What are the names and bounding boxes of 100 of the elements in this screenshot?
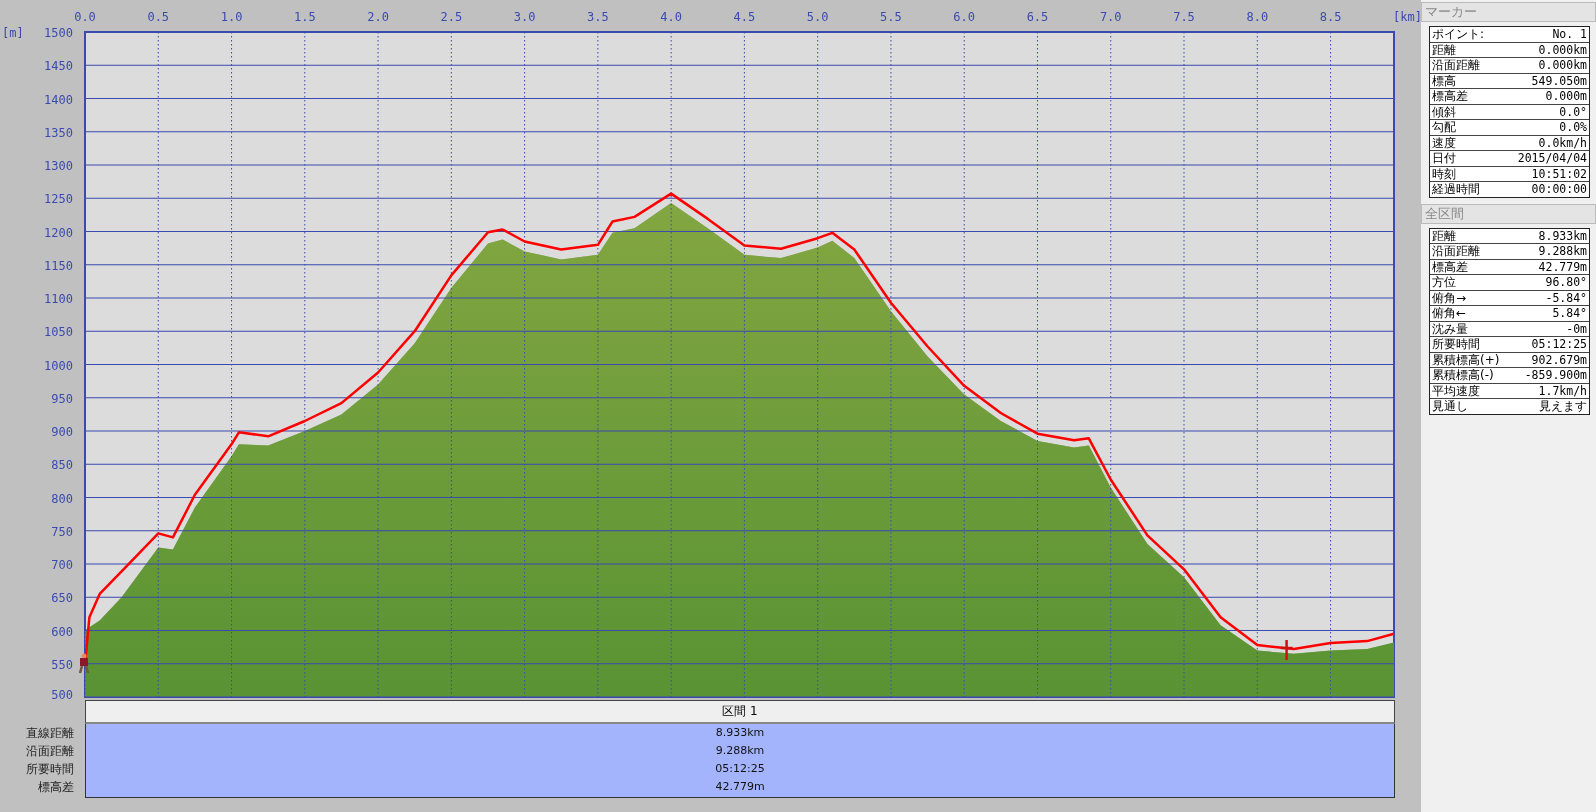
y-tick-label: 1350 <box>44 125 73 140</box>
info-label: 距離 <box>1432 228 1456 243</box>
y-tick-label: 1400 <box>44 92 73 107</box>
info-value: 0.000km <box>1538 42 1587 57</box>
y-tick-label: 850 <box>51 458 73 473</box>
x-tick-label: 2.5 <box>440 10 463 24</box>
y-tick-label: 650 <box>51 591 73 606</box>
info-value: 05:12:25 <box>1531 337 1587 352</box>
info-value: 0.0° <box>1559 104 1587 119</box>
y-tick-label: 1050 <box>44 325 73 340</box>
info-value: 0.0km/h <box>1538 135 1587 150</box>
info-label: 距離 <box>1432 42 1456 57</box>
info-label: 日付 <box>1432 151 1456 166</box>
info-value: -5.84° <box>1545 290 1587 305</box>
info-value: -859.900m <box>1524 368 1587 383</box>
info-label: 平均速度 <box>1432 383 1480 398</box>
info-value: 0.0% <box>1559 120 1587 135</box>
info-value: 42.779m <box>1538 259 1587 274</box>
info-value: 9.288km <box>1538 244 1587 259</box>
info-label: 方位 <box>1432 275 1456 290</box>
info-label: ポイント: <box>1432 27 1485 42</box>
hiker-icon <box>78 653 90 675</box>
y-tick-label: 1450 <box>44 59 73 74</box>
panel-title: 全区間 <box>1421 203 1596 224</box>
y-tick-label: 1150 <box>44 258 73 273</box>
info-label: 速度 <box>1432 135 1456 150</box>
cross-marker-icon <box>1279 638 1294 662</box>
x-tick-label: 7.5 <box>1173 10 1195 24</box>
info-label: 累積標高(+) <box>1432 352 1500 367</box>
info-value: 見えます <box>1539 399 1587 414</box>
y-tick-label: 1500 <box>44 26 73 40</box>
x-tick-label: 3.5 <box>587 10 609 24</box>
info-value: No. 1 <box>1552 27 1587 42</box>
x-tick-label: 7.0 <box>1099 10 1122 24</box>
info-label: 沈み量 <box>1432 321 1468 336</box>
info-label: 所要時間 <box>1432 337 1480 352</box>
info-value: 10:51:02 <box>1531 166 1587 181</box>
info-value: 5.84° <box>1552 306 1587 321</box>
info-label: 沿面距離 <box>1432 58 1480 73</box>
info-label: 時刻 <box>1432 166 1456 181</box>
info-value: 8.933km <box>1538 228 1587 243</box>
y-tick-label: 500 <box>51 688 73 700</box>
info-label: 累積標高(-) <box>1432 368 1494 383</box>
y-tick-label: 550 <box>51 657 73 672</box>
y-tick-label: 1300 <box>44 159 73 173</box>
info-label: 俯角→ <box>1432 290 1467 305</box>
info-value: 902.679m <box>1531 352 1587 367</box>
info-label: 標高差 <box>1432 259 1468 274</box>
info-value: 00:00:00 <box>1531 182 1587 197</box>
row-value: 8.933km <box>715 725 765 741</box>
x-tick-label: 1.0 <box>220 10 243 24</box>
info-value: 0.000m <box>1545 89 1587 104</box>
y-tick-label: 1000 <box>44 358 73 373</box>
x-tick-label: 8.5 <box>1319 10 1342 24</box>
y-tick-label: 1250 <box>44 192 73 207</box>
x-tick-label: 8.0 <box>1246 10 1269 24</box>
info-value: 96.80° <box>1545 275 1587 290</box>
info-label: 標高差 <box>1432 89 1468 104</box>
info-label: 見通し <box>1432 399 1468 414</box>
x-tick-label: 0.0 <box>74 10 96 24</box>
row-label: 標高差 <box>38 779 75 796</box>
x-tick-label: 1.5 <box>293 10 316 24</box>
info-value: 2015/04/04 <box>1517 151 1587 166</box>
row-label: 沿面距離 <box>26 743 75 760</box>
x-tick-label: 0.5 <box>147 10 170 24</box>
y-unit-label: [m] <box>2 26 24 40</box>
y-tick-label: 600 <box>51 624 73 639</box>
info-label: 標高 <box>1432 73 1456 88</box>
info-label: 俯角← <box>1432 306 1467 321</box>
y-tick-label: 950 <box>51 391 73 406</box>
row-value: 05:12:25 <box>715 761 765 777</box>
x-tick-label: 5.5 <box>880 10 902 24</box>
info-label: 沿面距離 <box>1432 244 1480 259</box>
y-tick-label: 700 <box>51 558 73 572</box>
x-tick-label: 5.0 <box>806 10 829 24</box>
info-label: 経過時間 <box>1432 182 1480 197</box>
info-label: 勾配 <box>1432 120 1456 135</box>
info-value: -0m <box>1566 321 1587 336</box>
row-label: 直線距離 <box>26 725 75 742</box>
x-tick-label: 4.0 <box>660 10 682 24</box>
y-tick-label: 1200 <box>44 225 73 240</box>
panel-title: マーカー <box>1421 2 1596 22</box>
x-tick-label: 6.5 <box>1026 10 1049 24</box>
info-value: 549.050m <box>1531 73 1587 88</box>
y-tick-label: 750 <box>51 524 73 539</box>
y-tick-label: 800 <box>51 491 73 506</box>
x-tick-label: 3.0 <box>513 10 536 24</box>
x-tick-label: 4.5 <box>733 10 756 24</box>
info-value: 0.000km <box>1538 58 1587 73</box>
row-label: 所要時間 <box>26 761 75 778</box>
row-value: 42.779m <box>715 779 765 795</box>
y-tick-label: 900 <box>51 425 73 439</box>
row-value: 9.288km <box>715 743 765 759</box>
section-header: 区間 1 <box>85 700 1395 724</box>
info-label: 傾斜 <box>1432 104 1456 119</box>
info-value: 1.7km/h <box>1538 383 1587 398</box>
y-tick-label: 1100 <box>44 292 73 306</box>
x-tick-label: 2.0 <box>367 10 389 24</box>
x-tick-label: 6.0 <box>953 10 976 24</box>
x-unit-label: [km] <box>1393 10 1421 24</box>
